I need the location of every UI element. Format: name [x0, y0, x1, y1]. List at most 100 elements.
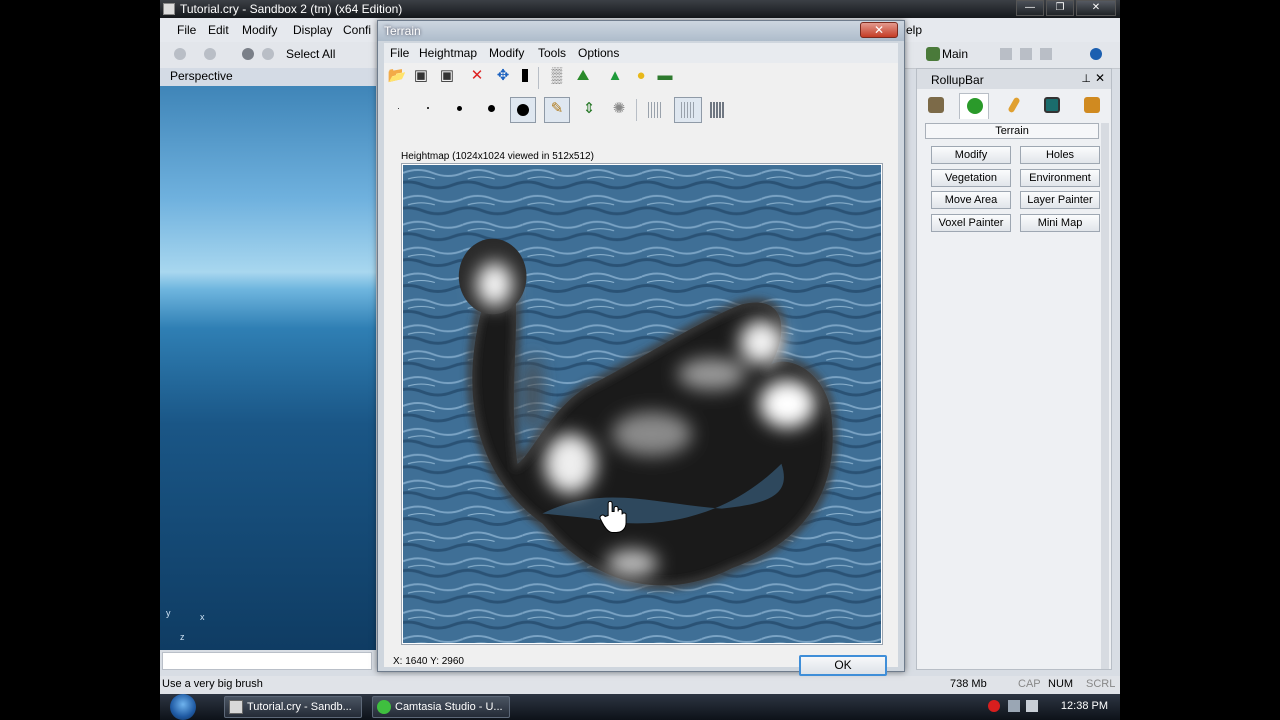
menu-config[interactable]: Confi	[343, 23, 371, 37]
rollup-header: RollupBar ⊥ ✕	[917, 69, 1111, 89]
pin-icon[interactable]: ⊥	[1081, 72, 1091, 85]
brush-size-2-icon[interactable]	[427, 107, 429, 109]
voxel-painter-button[interactable]: Voxel Painter	[931, 214, 1011, 232]
brush-size-1-icon[interactable]	[398, 108, 399, 109]
terrain-menu-heightmap[interactable]: Heightmap	[419, 46, 477, 60]
caps-indicator: CAP	[1018, 678, 1041, 690]
globe-icon[interactable]	[1090, 48, 1102, 60]
terrain-menu-tools[interactable]: Tools	[538, 46, 566, 60]
delete-icon[interactable]: ✕	[466, 65, 488, 87]
close-button[interactable]: ✕	[1076, 0, 1116, 16]
perspective-viewport[interactable]: y x z	[160, 86, 376, 650]
toolbar-separator	[538, 67, 539, 89]
import-icon[interactable]: ▣	[410, 65, 432, 87]
tab-terrain[interactable]	[959, 93, 989, 119]
terrain-menu-options[interactable]: Options	[578, 46, 619, 60]
vegetation-button[interactable]: Vegetation	[931, 169, 1011, 187]
terrain-menu-file[interactable]: File	[390, 46, 409, 60]
pencil-icon	[1007, 96, 1021, 114]
maximize-button[interactable]: ❐	[1046, 0, 1074, 16]
redo-icon[interactable]	[204, 48, 216, 60]
menu-edit[interactable]: Edit	[208, 23, 229, 37]
mini-map-button[interactable]: Mini Map	[1020, 214, 1100, 232]
lightbulb-icon[interactable]: ●	[630, 65, 652, 87]
menu-display[interactable]: Display	[293, 23, 332, 37]
layers-icon	[1084, 97, 1100, 113]
terrain-section-header[interactable]: Terrain	[925, 123, 1099, 139]
rollup-scrollbar[interactable]	[1101, 123, 1109, 669]
main-dropdown[interactable]: Main	[942, 47, 968, 61]
layout-icon[interactable]	[1000, 48, 1012, 60]
grid-medium-button[interactable]	[674, 97, 702, 123]
noise-icon[interactable]: ▒	[546, 65, 568, 87]
environment-button[interactable]: Environment	[1020, 169, 1100, 187]
rollup-toolbar: Main	[902, 42, 1120, 68]
tab-display[interactable]	[1037, 93, 1067, 119]
grid-small-icon[interactable]	[648, 102, 662, 118]
brush-size-4-icon[interactable]	[488, 105, 495, 112]
toolbar-separator	[636, 99, 637, 121]
menu-file[interactable]: File	[177, 23, 196, 37]
undo-icon[interactable]	[174, 48, 186, 60]
flatten-icon[interactable]: ▬	[654, 65, 676, 87]
grid-icon[interactable]	[1040, 48, 1052, 60]
terrain-icon	[967, 98, 983, 114]
app-titlebar: Tutorial.cry - Sandbox 2 (tm) (x64 Editi…	[160, 0, 1120, 18]
heightmap-canvas[interactable]	[403, 165, 881, 643]
layout2-icon[interactable]	[1020, 48, 1032, 60]
network-icon[interactable]	[1008, 700, 1020, 712]
tab-modeling[interactable]	[999, 93, 1029, 119]
brush-size-5-button[interactable]	[510, 97, 536, 123]
viewport-label[interactable]: Perspective	[170, 69, 233, 83]
clock: 12:38 PM	[1060, 700, 1108, 712]
move-icon[interactable]: ✥	[492, 65, 514, 87]
terrain-menu-modify[interactable]: Modify	[489, 46, 524, 60]
terrain-dialog-titlebar[interactable]: Terrain ✕	[378, 21, 904, 41]
rollup-bar: RollupBar ⊥ ✕ Terrain Modify Holes Veget…	[916, 68, 1112, 670]
terrain-close-button[interactable]: ✕	[860, 22, 898, 38]
volume-icon[interactable]	[1026, 700, 1038, 712]
unlink-icon[interactable]	[262, 48, 274, 60]
link-icon[interactable]	[242, 48, 254, 60]
ok-button[interactable]: OK	[799, 655, 887, 676]
tab-layers[interactable]	[1077, 93, 1107, 119]
terrain-dialog-body: File Heightmap Modify Tools Options 📂 ▣ …	[384, 43, 898, 676]
menu-help[interactable]: elp	[906, 23, 922, 37]
raise-lower-icon[interactable]: ⇕	[578, 98, 600, 120]
console-input[interactable]	[162, 652, 372, 670]
open-icon[interactable]: 📂	[386, 65, 408, 87]
app-icon	[163, 3, 175, 15]
start-button[interactable]	[170, 694, 196, 720]
holes-button[interactable]: Holes	[1020, 146, 1100, 164]
layer-painter-button[interactable]: Layer Painter	[1020, 191, 1100, 209]
system-tray: 12:38 PM	[980, 694, 1120, 720]
taskbar-item-sandbox[interactable]: Tutorial.cry - Sandb...	[224, 696, 362, 718]
smooth-icon[interactable]: ✺	[608, 98, 630, 120]
terrain-toolbar-main: 📂 ▣ ▣ ✕ ✥ ▒ ⛰ ▲ ● ▬	[384, 65, 898, 91]
modify-button[interactable]: Modify	[931, 146, 1011, 164]
status-text: Use a very big brush	[162, 678, 263, 690]
grid-large-icon[interactable]	[710, 102, 724, 118]
menu-modify[interactable]: Modify	[242, 23, 277, 37]
heightmap-frame	[401, 163, 883, 645]
viewport-header: Perspective	[160, 68, 380, 86]
select-all-button[interactable]: Select All	[286, 47, 335, 61]
tab-objects[interactable]	[921, 93, 951, 119]
objects-icon	[928, 97, 944, 113]
terrain-dialog: Terrain ✕ File Heightmap Modify Tools Op…	[377, 20, 905, 676]
paint-brush-button[interactable]: ✎	[544, 97, 570, 123]
rollup-close-icon[interactable]: ✕	[1095, 71, 1105, 85]
scroll-indicator: SCRL	[1086, 678, 1116, 690]
taskbar-item-camtasia[interactable]: Camtasia Studio - U...	[372, 696, 510, 718]
marker-icon[interactable]	[514, 65, 536, 87]
record-icon[interactable]	[988, 700, 1000, 712]
cursor-coordinates: X: 1640 Y: 2960	[393, 656, 464, 667]
cube-icon[interactable]	[926, 47, 940, 61]
export-icon[interactable]: ▣	[436, 65, 458, 87]
brush-size-3-icon[interactable]	[457, 106, 462, 111]
move-area-button[interactable]: Move Area	[931, 191, 1011, 209]
hill-icon[interactable]: ▲	[604, 65, 626, 87]
minimize-button[interactable]: —	[1016, 0, 1044, 16]
mountains-icon[interactable]: ⛰	[572, 65, 594, 87]
taskbar-item-label: Camtasia Studio - U...	[395, 701, 503, 713]
